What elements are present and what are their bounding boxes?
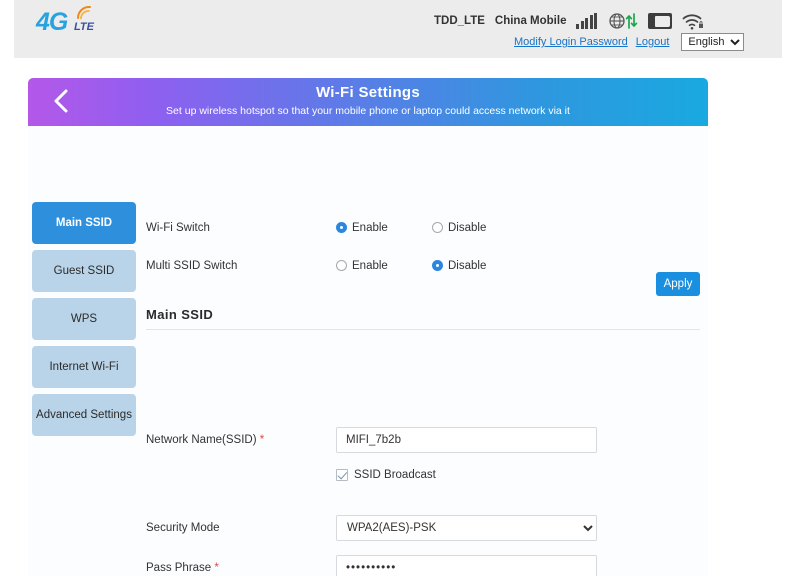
brand-logo: 4G LTE xyxy=(36,6,122,40)
security-mode-row: Security Mode WPA2(AES)-PSK xyxy=(146,512,700,543)
apply-button-top[interactable]: Apply xyxy=(656,272,700,296)
radio-indicator[interactable] xyxy=(432,260,443,271)
radio-label: Enable xyxy=(352,221,388,234)
sidebar-item-main-ssid[interactable]: Main SSID xyxy=(32,202,136,244)
network-name-label-text: Network Name(SSID) xyxy=(146,433,260,446)
sidebar-item-internet-wifi[interactable]: Internet Wi-Fi xyxy=(32,346,136,388)
signal-arc-icon xyxy=(76,6,91,20)
top-status-bar: 4G LTE TDD_LTE China Mobile Modify Login… xyxy=(14,0,782,58)
ssid-broadcast-row: SSID Broadcast xyxy=(146,459,700,490)
pass-phrase-input[interactable] xyxy=(336,554,597,576)
wifi-switch-disable-option[interactable]: Disable xyxy=(432,222,486,234)
wifi-switch-label: Wi-Fi Switch xyxy=(146,221,210,234)
wifi-switch-enable-option[interactable]: Enable xyxy=(336,222,432,234)
settings-panel: Main SSID Guest SSID WPS Internet Wi-Fi … xyxy=(28,126,708,576)
modify-login-password-link[interactable]: Modify Login Password xyxy=(514,36,628,48)
main-ssid-section-title: Main SSID xyxy=(146,307,700,330)
wifi-switch-radio-group: Enable Disable xyxy=(336,222,486,234)
radio-indicator[interactable] xyxy=(336,260,347,271)
globe-data-transfer-icon xyxy=(608,12,638,30)
logout-link[interactable]: Logout xyxy=(636,36,670,48)
multi-ssid-radio-group: Enable Disable xyxy=(336,260,486,272)
pass-phrase-label: Pass Phrase * xyxy=(146,562,336,574)
checkbox-label: SSID Broadcast xyxy=(354,468,436,481)
network-name-input[interactable] xyxy=(336,426,597,453)
language-select[interactable]: English xyxy=(681,33,745,51)
sidebar-item-advanced-settings[interactable]: Advanced Settings xyxy=(32,394,136,436)
radio-label: Disable xyxy=(448,221,487,234)
sidebar-item-label: WPS xyxy=(70,313,98,325)
page-subtitle: Set up wireless hotspot so that your mob… xyxy=(166,105,570,117)
sidebar-item-label: Internet Wi-Fi xyxy=(49,361,119,373)
network-name-row: Network Name(SSID) * xyxy=(146,424,700,455)
network-name-label: Network Name(SSID) * xyxy=(146,434,336,446)
status-indicators: TDD_LTE China Mobile xyxy=(434,10,704,32)
multi-ssid-enable-option[interactable]: Enable xyxy=(336,260,432,272)
security-mode-label: Security Mode xyxy=(146,521,220,534)
settings-sidebar: Main SSID Guest SSID WPS Internet Wi-Fi … xyxy=(32,202,136,442)
pass-phrase-label-text: Pass Phrase xyxy=(146,561,215,574)
sidebar-item-label: Advanced Settings xyxy=(36,409,132,421)
logo-lte-text: LTE xyxy=(74,21,94,33)
content-container: Wi-Fi Settings Set up wireless hotspot s… xyxy=(28,78,708,576)
operator-label: China Mobile xyxy=(494,15,567,27)
wifi-settings-page: 4G LTE TDD_LTE China Mobile Modify Login… xyxy=(0,0,796,576)
account-links: Modify Login Password Logout English xyxy=(514,33,745,51)
checkbox-indicator[interactable] xyxy=(336,468,348,481)
multi-ssid-switch-label: Multi SSID Switch xyxy=(146,259,238,272)
page-banner: Wi-Fi Settings Set up wireless hotspot s… xyxy=(28,78,708,126)
multi-ssid-disable-option[interactable]: Disable xyxy=(432,260,486,272)
sidebar-item-label: Guest SSID xyxy=(53,265,115,277)
radio-label: Disable xyxy=(448,259,487,272)
radio-indicator[interactable] xyxy=(432,222,443,233)
signal-bars-icon xyxy=(576,13,598,29)
security-mode-select[interactable]: WPA2(AES)-PSK xyxy=(336,514,597,541)
radio-indicator[interactable] xyxy=(336,222,347,233)
sim-card-icon xyxy=(648,13,673,29)
radio-label: Enable xyxy=(352,259,388,272)
settings-form: Wi-Fi Switch Enable Disable Multi SSID S… xyxy=(146,202,700,576)
network-type-label: TDD_LTE xyxy=(434,15,485,27)
wifi-lock-icon xyxy=(682,13,704,30)
required-mark: * xyxy=(214,561,219,574)
multi-ssid-switch-row: Multi SSID Switch Enable Disable xyxy=(146,250,700,281)
pass-phrase-row: Pass Phrase * xyxy=(146,552,700,576)
ssid-broadcast-checkbox[interactable]: SSID Broadcast xyxy=(336,468,436,481)
sidebar-item-guest-ssid[interactable]: Guest SSID xyxy=(32,250,136,292)
page-title: Wi-Fi Settings xyxy=(315,84,421,101)
required-mark: * xyxy=(259,433,265,446)
logo-4g-text: 4G xyxy=(36,8,68,36)
sidebar-item-wps[interactable]: WPS xyxy=(32,298,136,340)
sidebar-item-label: Main SSID xyxy=(55,217,113,229)
wifi-switch-row: Wi-Fi Switch Enable Disable xyxy=(146,212,700,243)
